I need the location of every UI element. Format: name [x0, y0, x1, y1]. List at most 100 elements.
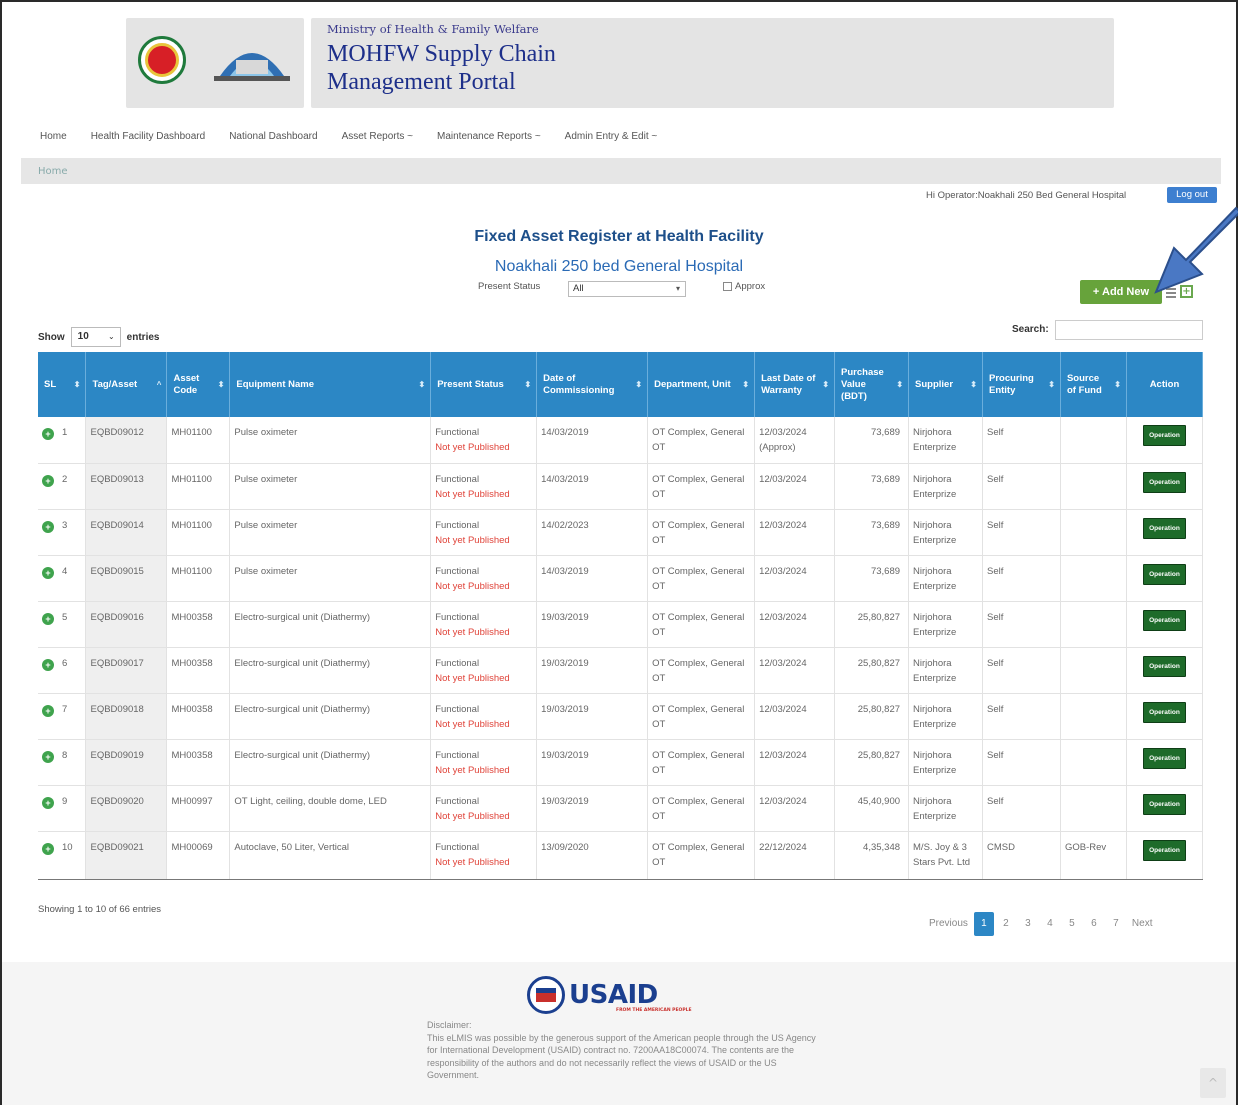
operation-button[interactable]: Operation: [1143, 609, 1186, 631]
cell-commission-date: 14/03/2019: [536, 555, 649, 602]
table-row: +1 EQBD09012 MH01100 Pulse oximeter Function…: [38, 417, 1204, 464]
cell-equipment-name: Electro-surgical unit (Diathermy): [229, 693, 432, 740]
expand-row-icon[interactable]: +: [42, 796, 54, 809]
cell-tag: EQBD09019: [85, 739, 168, 786]
col-source-fund[interactable]: Source of Fund ⬍: [1060, 352, 1127, 417]
cell-department: OT Complex, General OT: [647, 785, 756, 832]
expand-row-icon[interactable]: +: [42, 842, 54, 855]
cell-source-fund: [1060, 601, 1127, 648]
col-tag-asset[interactable]: Tag/Asset ^: [85, 352, 168, 417]
cell-warranty: 12/03/2024: [754, 601, 836, 648]
operation-button[interactable]: Operation: [1143, 839, 1186, 861]
cell-asset-code: MH00069: [166, 831, 231, 880]
cell-asset-code: MH00358: [166, 647, 231, 694]
col-procuring-entity[interactable]: Procuring Entity ⬍: [982, 352, 1061, 417]
chevron-down-icon: ⌄: [107, 332, 115, 341]
nav-asset-reports[interactable]: Asset Reports ~: [342, 131, 413, 142]
table-row: +7 EQBD09018 MH00358 Electro-surgical unit …: [38, 693, 1204, 740]
cell-equipment-name: Electro-surgical unit (Diathermy): [229, 647, 432, 694]
operation-button[interactable]: Operation: [1143, 517, 1186, 539]
entries-select[interactable]: 10 ⌄: [70, 327, 121, 347]
col-sl[interactable]: SL ⬍: [38, 352, 87, 417]
cell-asset-code: MH01100: [166, 463, 231, 510]
cell-present-status: Functional Not yet Published: [430, 739, 538, 786]
cell-procuring-entity: Self: [982, 785, 1061, 832]
breadcrumb-home[interactable]: Home: [38, 166, 68, 177]
expand-row-icon[interactable]: +: [42, 474, 54, 487]
operation-button[interactable]: Operation: [1143, 563, 1186, 585]
operation-button[interactable]: Operation: [1143, 747, 1186, 769]
checkbox-icon[interactable]: [723, 282, 732, 291]
cell-warranty: 12/03/2024: [754, 555, 836, 602]
expand-row-icon[interactable]: +: [42, 658, 54, 671]
col-department-unit[interactable]: Department, Unit ⬍: [647, 352, 756, 417]
cell-commission-date: 14/02/2023: [536, 509, 649, 556]
scroll-to-top-button[interactable]: ^: [1200, 1068, 1226, 1098]
col-asset-code[interactable]: Asset Code ⬍: [166, 352, 231, 417]
col-present-status[interactable]: Present Status ⬍: [430, 352, 538, 417]
cell-procuring-entity: Self: [982, 555, 1061, 602]
expand-row-icon[interactable]: +: [42, 520, 54, 533]
operation-button[interactable]: Operation: [1143, 655, 1186, 677]
page-4[interactable]: 4: [1040, 912, 1060, 936]
cell-action: Operation: [1126, 601, 1204, 648]
cell-supplier: Nirjohora Enterprize: [908, 647, 983, 694]
cell-asset-code: MH01100: [166, 555, 231, 602]
cell-tag: EQBD09021: [85, 831, 168, 880]
col-purchase-value[interactable]: Purchase Value (BDT) ⬍: [834, 352, 910, 417]
present-status-select[interactable]: All ▾: [568, 281, 686, 297]
col-last-warranty[interactable]: Last Date of Warranty ⬍: [754, 352, 836, 417]
cell-purchase-value: 73,689: [834, 509, 910, 556]
col-supplier[interactable]: Supplier ⬍: [908, 352, 983, 417]
cell-procuring-entity: Self: [982, 509, 1061, 556]
cell-sl: +1: [38, 417, 87, 464]
table-info: Showing 1 to 10 of 66 entries: [38, 904, 162, 915]
nav-home[interactable]: Home: [40, 131, 67, 142]
portal-title: MOHFW Supply Chain Management Portal: [327, 41, 556, 95]
nav-national-dashboard[interactable]: National Dashboard: [229, 131, 317, 142]
operation-button[interactable]: Operation: [1143, 701, 1186, 723]
page-5[interactable]: 5: [1062, 912, 1082, 936]
operation-button[interactable]: Operation: [1143, 793, 1186, 815]
col-date-commissioning[interactable]: Date of Commissioning ⬍: [536, 352, 649, 417]
page-7[interactable]: 7: [1106, 912, 1126, 936]
search-input[interactable]: [1055, 320, 1203, 340]
page-2[interactable]: 2: [996, 912, 1016, 936]
page-next[interactable]: Next: [1128, 912, 1157, 936]
cell-supplier: Nirjohora Enterprize: [908, 417, 983, 464]
cell-purchase-value: 25,80,827: [834, 739, 910, 786]
cell-sl: +2: [38, 463, 87, 510]
col-equipment-name[interactable]: Equipment Name ⬍: [229, 352, 432, 417]
page-1[interactable]: 1: [973, 912, 994, 936]
nav-admin-entry-edit[interactable]: Admin Entry & Edit ~: [565, 131, 658, 142]
cell-commission-date: 14/03/2019: [536, 417, 649, 464]
cell-purchase-value: 73,689: [834, 417, 910, 464]
disclaimer-text: This eLMIS was possible by the generous …: [427, 1032, 816, 1081]
operation-button[interactable]: Operation: [1143, 425, 1186, 446]
expand-row-icon[interactable]: +: [42, 428, 54, 440]
cell-supplier: Nirjohora Enterprize: [908, 555, 983, 602]
page-6[interactable]: 6: [1084, 912, 1104, 936]
cell-commission-date: 19/03/2019: [536, 647, 649, 694]
page-previous[interactable]: Previous: [925, 912, 972, 936]
expand-row-icon[interactable]: +: [42, 750, 54, 763]
cell-equipment-name: Autoclave, 50 Liter, Vertical: [229, 831, 432, 880]
approx-checkbox[interactable]: Approx: [723, 281, 765, 292]
cell-purchase-value: 25,80,827: [834, 693, 910, 740]
cell-department: OT Complex, General OT: [647, 509, 756, 556]
dghs-logo-icon: [214, 53, 290, 81]
cell-action: Operation: [1126, 417, 1204, 464]
cell-warranty: 12/03/2024: [754, 509, 836, 556]
expand-row-icon[interactable]: +: [42, 612, 54, 625]
expand-row-icon[interactable]: +: [42, 704, 54, 717]
operation-button[interactable]: Operation: [1143, 471, 1186, 493]
nav-health-facility-dashboard[interactable]: Health Facility Dashboard: [91, 131, 206, 142]
cell-equipment-name: Pulse oximeter: [229, 463, 432, 510]
page-3[interactable]: 3: [1018, 912, 1038, 936]
nav-maintenance-reports[interactable]: Maintenance Reports ~: [437, 131, 541, 142]
usaid-seal-icon: [527, 976, 565, 1014]
table-row: +3 EQBD09014 MH01100 Pulse oximeter Function…: [38, 509, 1204, 556]
cell-tag: EQBD09020: [85, 785, 168, 832]
expand-row-icon[interactable]: +: [42, 566, 54, 579]
cell-source-fund: [1060, 647, 1127, 694]
